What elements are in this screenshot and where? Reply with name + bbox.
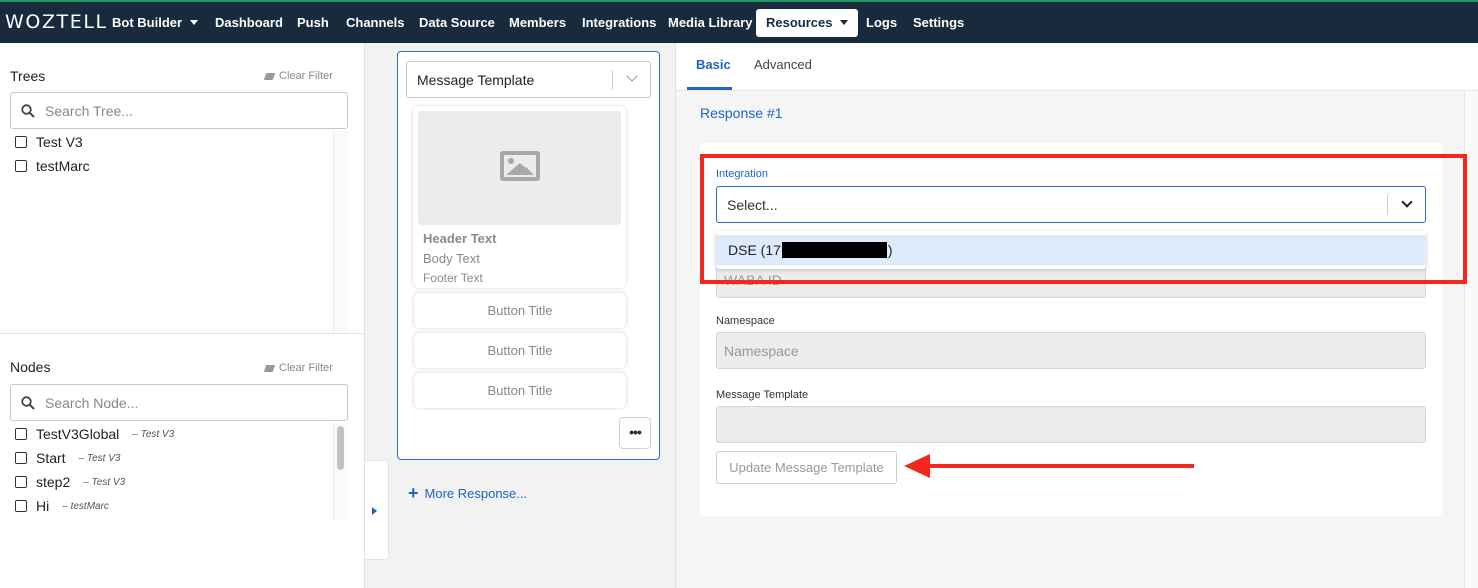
checkbox[interactable] <box>15 500 27 512</box>
node-item-label: Start <box>36 450 66 466</box>
select-separator <box>612 70 613 90</box>
more-response-label: More Response... <box>424 486 528 501</box>
checkbox[interactable] <box>15 136 27 148</box>
node-item-tree-name: Test V3 <box>86 452 121 464</box>
response-list-column: Message Template Header Text Body Text F… <box>365 43 675 588</box>
template-button[interactable]: Button Title <box>414 373 626 408</box>
left-panel: Trees Clear Filter Test V3 testMarc Node… <box>0 43 365 588</box>
chevron-down-icon <box>626 70 638 82</box>
clear-filter-label: Clear Filter <box>279 362 333 374</box>
node-item[interactable]: TestV3Global – Test V3 <box>15 426 174 442</box>
node-item-label: TestV3Global <box>36 426 120 442</box>
annotation-arrow-icon <box>904 454 930 478</box>
image-icon <box>500 151 540 181</box>
namespace-field[interactable]: Namespace <box>716 332 1426 369</box>
caret-right-icon <box>372 507 377 515</box>
nav-data-source[interactable]: Data Source <box>415 9 499 37</box>
panel-divider <box>0 333 364 334</box>
eraser-icon <box>263 364 276 372</box>
search-icon <box>21 103 35 118</box>
trees-scrollbar[interactable] <box>333 131 348 333</box>
annotation-arrow-line <box>918 464 1194 468</box>
caret-down-icon <box>840 20 849 26</box>
tree-search[interactable] <box>10 92 348 129</box>
tree-item[interactable]: Test V3 <box>15 134 83 150</box>
nav-channels[interactable]: Channels <box>342 9 409 37</box>
node-item-tree: – testMarc <box>62 500 109 512</box>
node-item-tree: – Test V3 <box>78 452 121 464</box>
nav-integrations[interactable]: Integrations <box>578 9 660 37</box>
plus-icon: + <box>408 483 419 503</box>
response-type-value: Message Template <box>417 72 535 88</box>
search-tree-input[interactable] <box>45 102 325 119</box>
node-item[interactable]: Start – Test V3 <box>15 450 120 466</box>
editor-tabs: Basic Advanced <box>676 43 1478 91</box>
template-button[interactable]: Button Title <box>414 333 626 368</box>
tree-item-label: testMarc <box>36 158 90 174</box>
search-node-input[interactable] <box>45 394 325 411</box>
update-message-template-button[interactable]: Update Message Template <box>716 451 897 484</box>
template-body-text: Body Text <box>423 251 480 266</box>
node-item-tree: – Test V3 <box>132 428 175 440</box>
namespace-label: Namespace <box>716 315 775 327</box>
nav-dashboard[interactable]: Dashboard <box>211 9 287 37</box>
response-type-select[interactable]: Message Template <box>406 61 651 98</box>
template-button[interactable]: Button Title <box>414 293 626 328</box>
header-image-placeholder <box>418 111 621 225</box>
trees-clear-filter[interactable]: Clear Filter <box>263 70 333 82</box>
nav-logs[interactable]: Logs <box>862 9 901 37</box>
nav-resources[interactable]: Resources <box>756 9 859 37</box>
tree-item[interactable]: testMarc <box>15 158 90 174</box>
checkbox[interactable] <box>15 452 27 464</box>
woztell-logo[interactable]: WOZTELL <box>5 11 108 33</box>
nodes-title: Nodes <box>10 359 51 375</box>
node-item[interactable]: step2 – Test V3 <box>15 474 125 490</box>
nav-push[interactable]: Push <box>293 9 333 37</box>
trees-title: Trees <box>10 68 46 84</box>
response-card[interactable]: Message Template Header Text Body Text F… <box>397 51 660 460</box>
checkbox[interactable] <box>15 160 27 172</box>
template-footer-text: Footer Text <box>423 271 483 285</box>
node-item-label: Hi <box>36 498 50 514</box>
node-item[interactable]: Hi – testMarc <box>15 498 109 514</box>
nav-bot-builder[interactable]: Bot Builder <box>108 9 202 37</box>
tab-advanced[interactable]: Advanced <box>754 57 812 72</box>
nodes-scrollbar-thumb[interactable] <box>337 426 344 470</box>
search-icon <box>21 395 35 410</box>
eraser-icon <box>263 72 276 80</box>
nodes-clear-filter[interactable]: Clear Filter <box>263 362 333 374</box>
node-item-tree-name: testMarc <box>70 500 109 512</box>
checkbox[interactable] <box>15 476 27 488</box>
tree-item-label: Test V3 <box>36 134 83 150</box>
message-template-field[interactable] <box>716 406 1426 443</box>
tab-basic[interactable]: Basic <box>696 57 731 72</box>
expand-panel-button[interactable] <box>365 460 389 560</box>
template-preview: Header Text Body Text Footer Text <box>413 106 626 288</box>
nav-resources-label: Resources <box>766 15 833 30</box>
more-options-button[interactable]: ••• <box>619 417 651 449</box>
node-item-tree-name: Test V3 <box>91 476 126 488</box>
nav-media-library[interactable]: Media Library <box>664 9 757 37</box>
nav-members[interactable]: Members <box>505 9 570 37</box>
nav-bot-builder-label: Bot Builder <box>112 15 183 30</box>
clear-filter-label: Clear Filter <box>279 70 333 82</box>
response-number-label: Response #1 <box>700 105 783 121</box>
template-header-text: Header Text <box>423 231 497 246</box>
more-response-link[interactable]: + More Response... <box>408 483 528 503</box>
node-search[interactable] <box>10 384 348 421</box>
node-item-tree: – Test V3 <box>83 476 126 488</box>
annotation-highlight-box <box>700 154 1467 284</box>
caret-down-icon <box>190 20 199 26</box>
top-nav-bar: WOZTELL Bot Builder Dashboard Push Chann… <box>0 0 1478 43</box>
message-template-label: Message Template <box>716 389 809 401</box>
response-editor: Basic Advanced Response #1 Integration S… <box>675 43 1478 588</box>
nav-settings[interactable]: Settings <box>909 9 968 37</box>
active-tab-indicator <box>687 87 732 90</box>
node-item-label: step2 <box>36 474 71 490</box>
checkbox[interactable] <box>15 428 27 440</box>
node-item-tree-name: Test V3 <box>140 428 175 440</box>
